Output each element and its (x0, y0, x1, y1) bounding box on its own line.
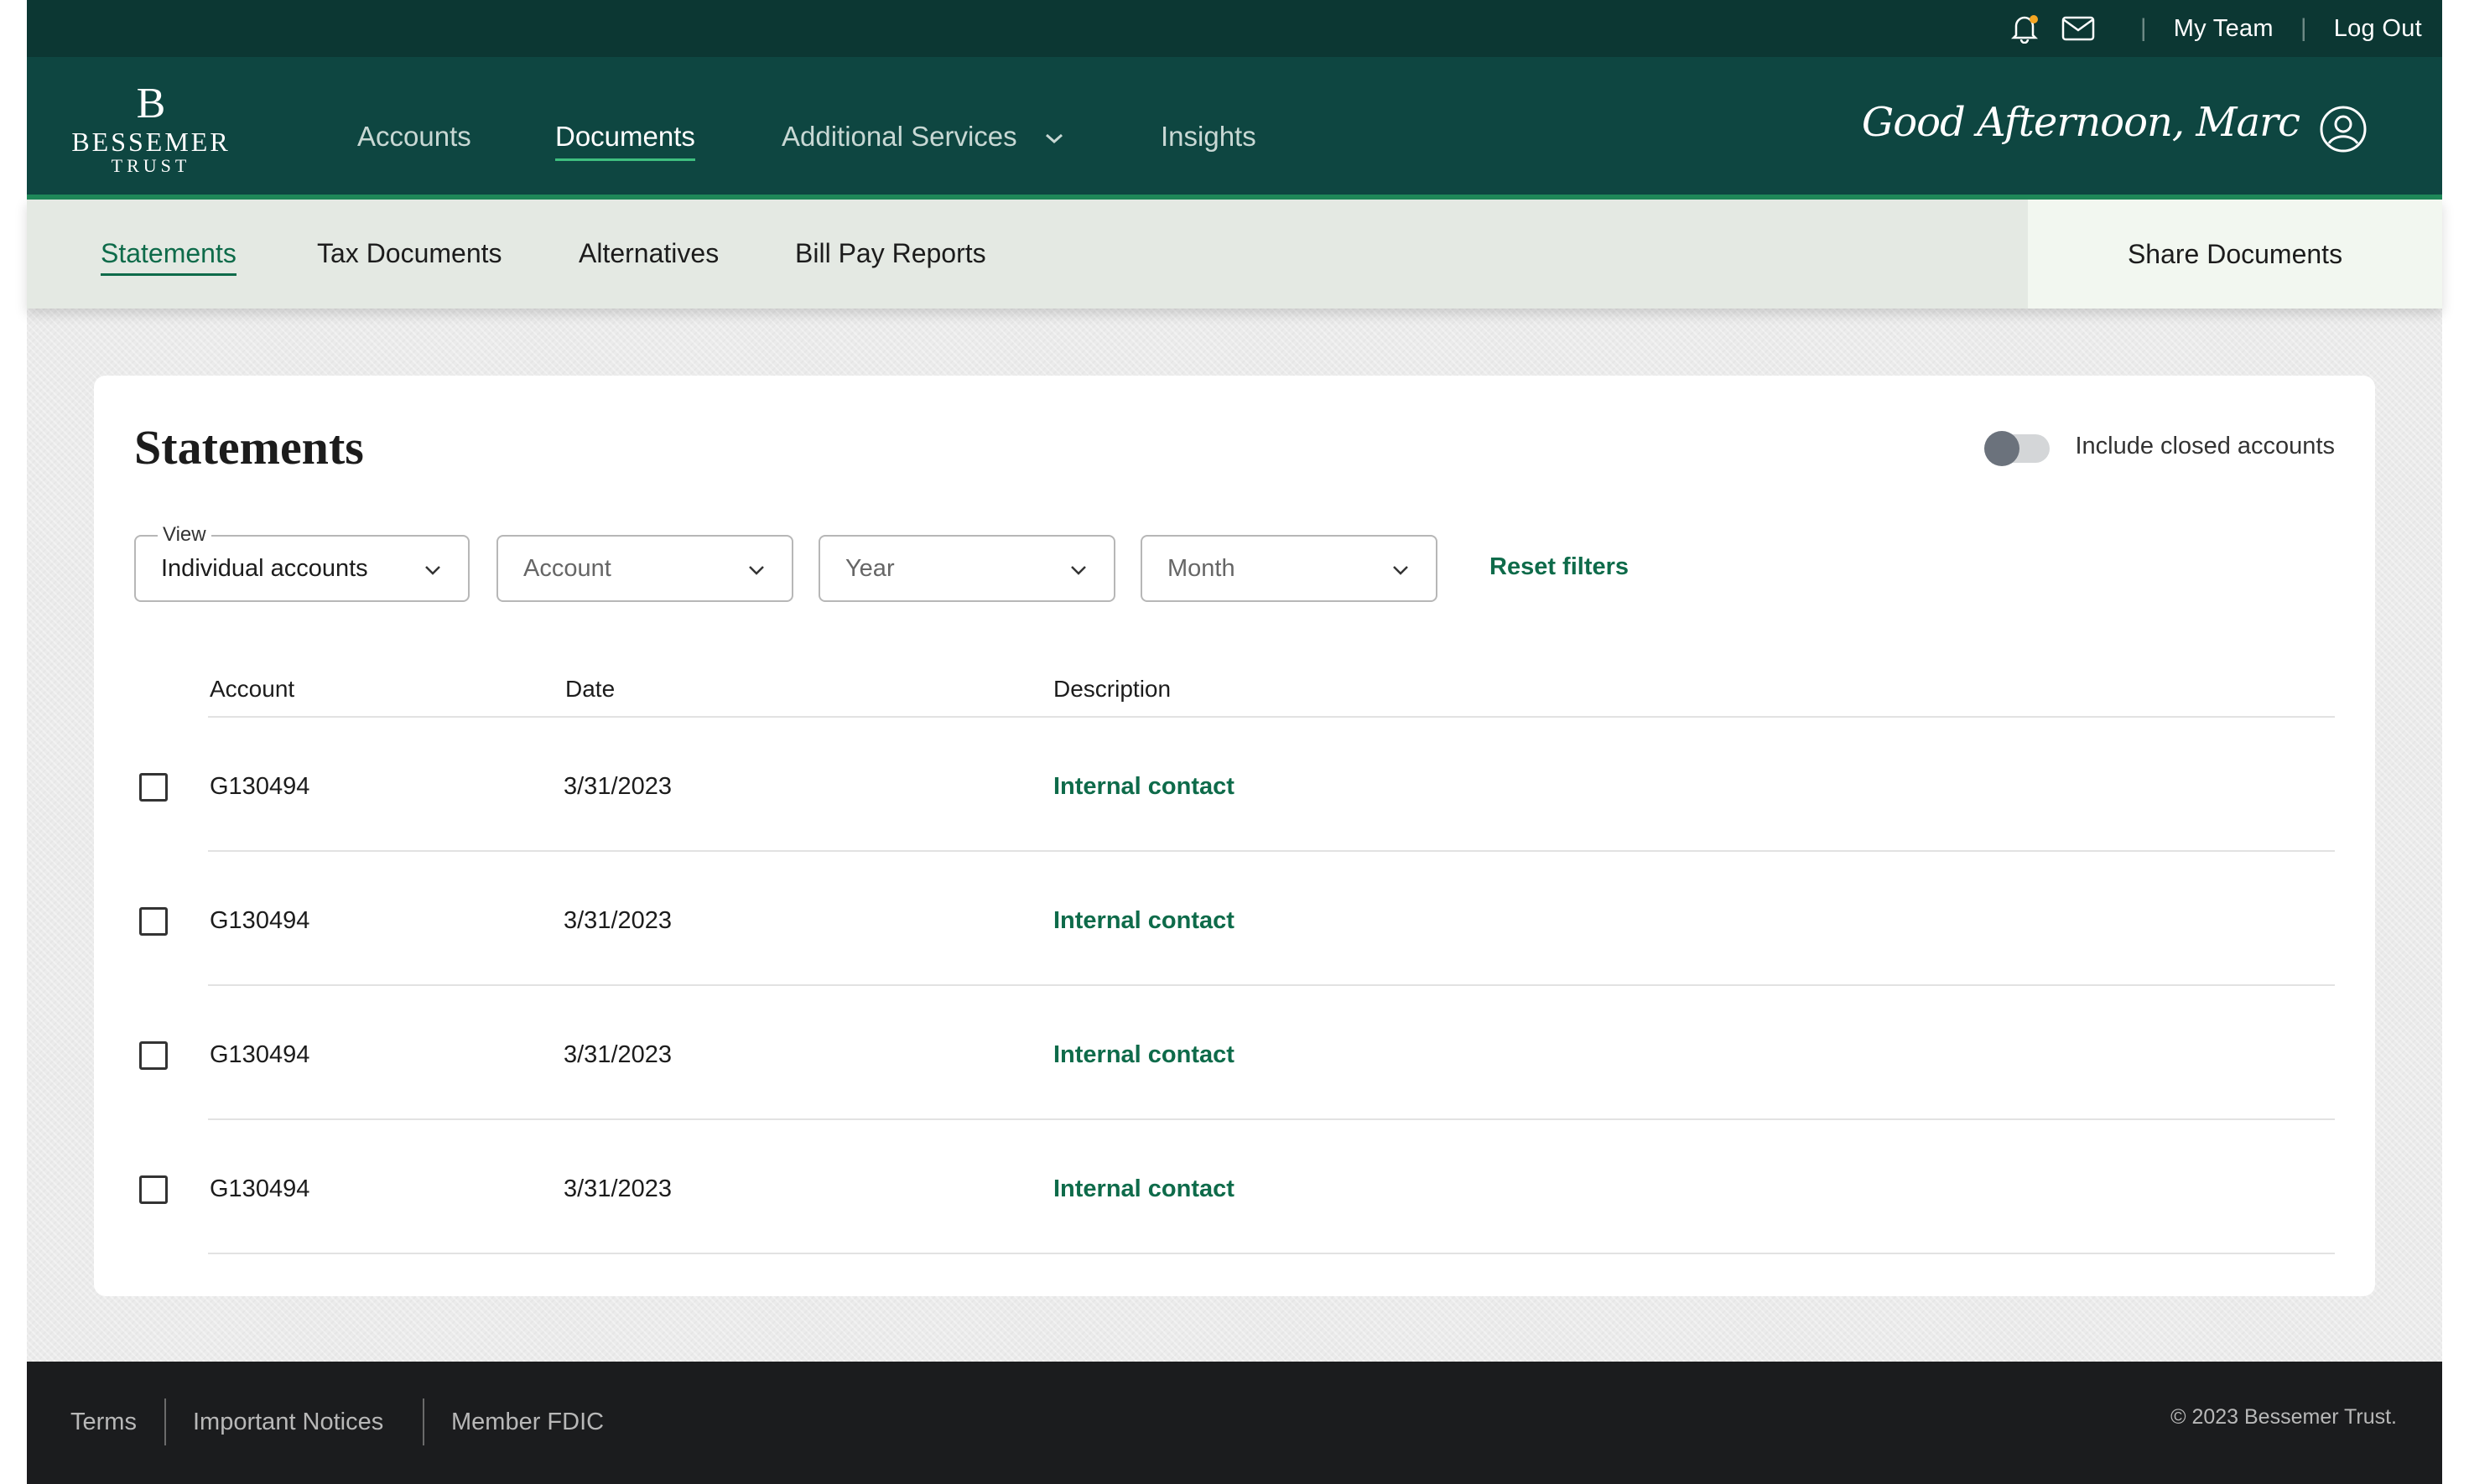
row-checkbox[interactable] (139, 1041, 168, 1070)
copyright-text: © 2023 Bessemer Trust. (2170, 1405, 2397, 1429)
chevron-down-icon (1393, 566, 1408, 575)
table-row: G130494 3/31/2023 Internal contact (94, 852, 2375, 986)
row-checkbox[interactable] (139, 1175, 168, 1204)
year-select-placeholder: Year (845, 554, 895, 582)
chevron-down-icon (1045, 134, 1063, 144)
log-out-link[interactable]: Log Out (2334, 15, 2422, 43)
row-account: G130494 (210, 1041, 310, 1068)
page-title: Statements (134, 420, 364, 475)
row-account: G130494 (210, 773, 310, 800)
brand-logo[interactable]: B BESSEMER TRUST (67, 82, 235, 176)
chevron-down-icon (1071, 566, 1086, 575)
table-row: G130494 3/31/2023 Internal contact (94, 986, 2375, 1120)
column-header-description[interactable]: Description (1053, 676, 1171, 703)
row-date: 3/31/2023 (564, 1175, 673, 1202)
tab-statements[interactable]: Statements (101, 238, 237, 276)
footer-link-important-notices[interactable]: Important Notices (193, 1409, 383, 1436)
reset-filters-link[interactable]: Reset filters (1489, 553, 1629, 581)
nav-item-documents[interactable]: Documents (555, 121, 695, 161)
include-closed-toggle[interactable] (1984, 431, 2050, 466)
row-divider (208, 1253, 2335, 1254)
row-date: 3/31/2023 (564, 773, 673, 800)
tab-bill-pay-reports[interactable]: Bill Pay Reports (795, 238, 986, 269)
account-select-placeholder: Account (523, 554, 611, 582)
column-header-date[interactable]: Date (565, 676, 615, 703)
row-date: 3/31/2023 (564, 907, 673, 934)
footer-divider (164, 1398, 166, 1445)
table-row: G130494 3/31/2023 Internal contact (94, 718, 2375, 852)
nav-item-accounts[interactable]: Accounts (357, 121, 471, 153)
footer-link-member-fdic[interactable]: Member FDIC (451, 1409, 604, 1436)
month-select[interactable]: Month (1141, 535, 1437, 602)
row-description-link[interactable]: Internal contact (1053, 1175, 1234, 1203)
greeting-text: Good Afternoon, Marc (1861, 99, 2300, 146)
mail-icon[interactable] (2060, 10, 2097, 47)
statements-card: Statements Include closed accounts View … (94, 376, 2375, 1296)
footer: Terms Important Notices Member FDIC © 20… (27, 1362, 2442, 1484)
column-header-account[interactable]: Account (210, 676, 294, 703)
share-documents-button[interactable]: Share Documents (2028, 200, 2442, 309)
tab-tax-documents[interactable]: Tax Documents (317, 238, 502, 269)
sub-nav: Statements Tax Documents Alternatives Bi… (27, 200, 2442, 309)
account-select[interactable]: Account (496, 535, 793, 602)
nav-item-additional-services[interactable]: Additional Services (782, 121, 1065, 153)
row-account: G130494 (210, 907, 310, 934)
main-nav: B BESSEMER TRUST Accounts Documents Addi… (27, 57, 2442, 200)
row-description-link[interactable]: Internal contact (1053, 1041, 1234, 1069)
row-description-link[interactable]: Internal contact (1053, 773, 1234, 801)
row-account: G130494 (210, 1175, 310, 1202)
utility-bar: | My Team | Log Out (27, 0, 2442, 57)
logo-sub: TRUST (111, 155, 191, 176)
my-team-link[interactable]: My Team (2174, 15, 2274, 43)
user-circle-icon[interactable] (2318, 104, 2368, 154)
nav-item-insights[interactable]: Insights (1161, 121, 1256, 153)
year-select[interactable]: Year (819, 535, 1115, 602)
notification-dot (2029, 15, 2038, 23)
chevron-down-icon (425, 566, 440, 575)
tab-alternatives[interactable]: Alternatives (579, 238, 719, 269)
footer-link-terms[interactable]: Terms (70, 1409, 137, 1436)
bell-icon[interactable] (2006, 10, 2043, 47)
view-legend: View (158, 523, 211, 547)
logo-name: BESSEMER (71, 127, 231, 157)
nav-item-label: Additional Services (782, 121, 1017, 152)
toggle-knob (1984, 431, 2019, 466)
table-row: G130494 3/31/2023 Internal contact (94, 1120, 2375, 1254)
app-frame: | My Team | Log Out B BESSEMER TRUST Acc… (27, 0, 2442, 1484)
row-description-link[interactable]: Internal contact (1053, 907, 1234, 935)
footer-divider (423, 1398, 424, 1445)
logo-mark: B (136, 80, 166, 127)
row-checkbox[interactable] (139, 907, 168, 936)
view-select[interactable]: View Individual accounts (134, 523, 470, 602)
month-select-placeholder: Month (1167, 554, 1235, 582)
include-closed-label: Include closed accounts (2075, 433, 2335, 459)
row-checkbox[interactable] (139, 773, 168, 802)
chevron-down-icon (749, 566, 764, 575)
row-date: 3/31/2023 (564, 1041, 673, 1068)
view-select-value: Individual accounts (161, 554, 368, 582)
utility-separator: | (2300, 14, 2307, 42)
utility-separator: | (2139, 14, 2147, 42)
